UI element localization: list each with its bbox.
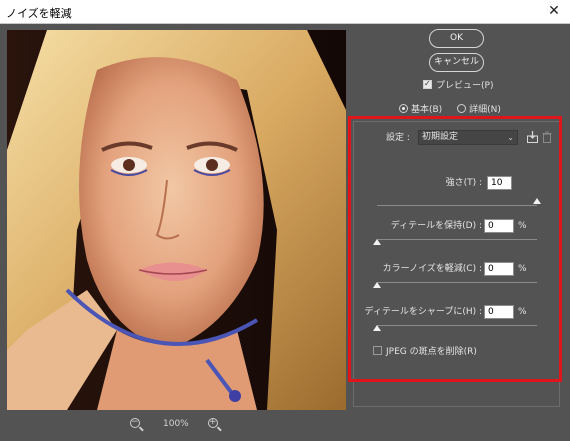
preview-checkbox[interactable] bbox=[423, 78, 432, 90]
preview-checkbox-label: プレビュー(P) bbox=[436, 81, 494, 91]
ok-button[interactable]: OK bbox=[429, 29, 484, 48]
preview-checkbox-row[interactable]: プレビュー(P) bbox=[423, 78, 494, 92]
mode-radio-group: 基本(B) 詳細(N) bbox=[399, 104, 501, 116]
cancel-button[interactable]: キャンセル bbox=[429, 53, 484, 72]
basic-mode-label: 基本(B) bbox=[411, 105, 443, 115]
preview-image[interactable] bbox=[7, 30, 346, 410]
close-icon[interactable]: ✕ bbox=[546, 3, 562, 19]
window-title: ノイズを軽減 bbox=[6, 7, 72, 20]
advanced-mode-radio[interactable] bbox=[457, 104, 467, 113]
title-bar: ノイズを軽減 ✕ bbox=[0, 0, 570, 24]
basic-mode-radio[interactable] bbox=[399, 104, 408, 113]
zoom-controls: − 100% + bbox=[130, 417, 230, 432]
portrait-image bbox=[7, 30, 346, 410]
zoom-level: 100% bbox=[163, 419, 189, 429]
highlight-box bbox=[348, 116, 562, 382]
zoom-in-icon[interactable]: + bbox=[208, 417, 218, 431]
zoom-out-icon[interactable]: − bbox=[130, 417, 140, 431]
advanced-mode-label: 詳細(N) bbox=[469, 105, 501, 115]
